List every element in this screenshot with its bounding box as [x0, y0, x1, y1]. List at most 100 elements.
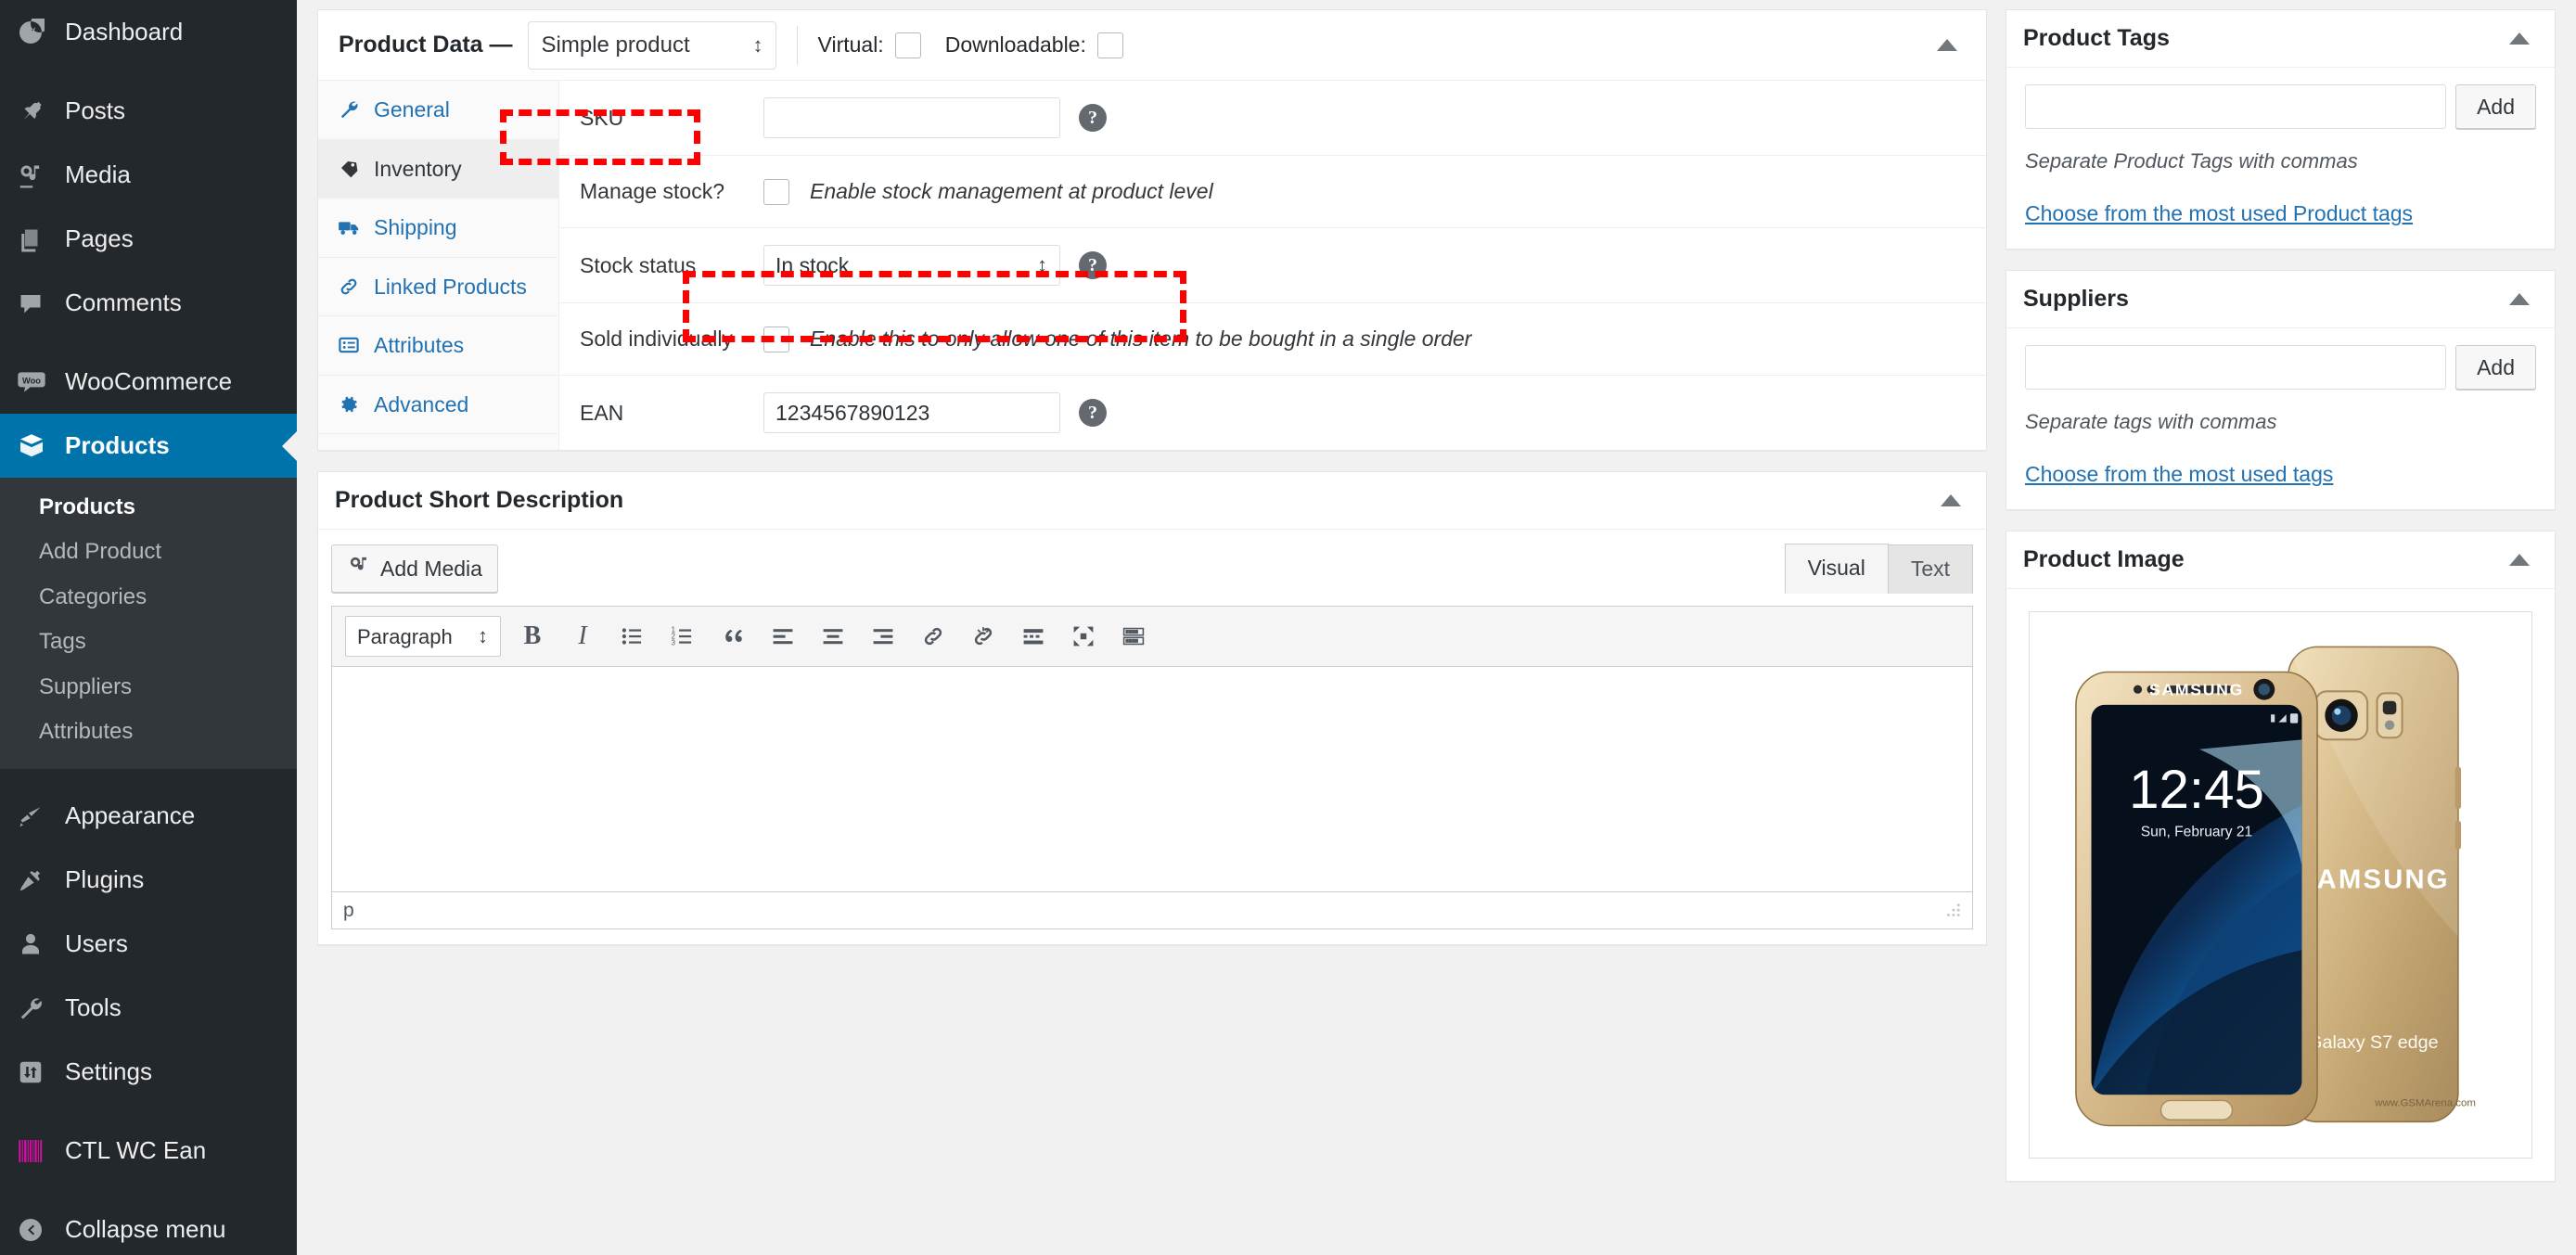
ean-help-icon[interactable]: ? — [1079, 399, 1107, 427]
virtual-checkbox[interactable] — [894, 32, 921, 58]
sidebar-item-label: CTL WC Ean — [65, 1136, 207, 1165]
sidebar-item-label: Pages — [65, 224, 134, 252]
list-icon — [337, 334, 361, 356]
align-left-icon[interactable] — [764, 618, 801, 655]
stock-status-label: Stock status — [580, 252, 697, 277]
product-data-collapse-toggle[interactable] — [1929, 27, 1966, 64]
sidebar-item-posts[interactable]: Posts — [0, 79, 297, 143]
suppliers-collapse-toggle[interactable] — [2501, 281, 2538, 318]
stock-status-select[interactable]: In stock — [763, 245, 1060, 286]
product-data-panel: Product Data — Simple product Virtual: D… — [317, 9, 1987, 451]
insert-link-icon[interactable] — [915, 618, 952, 655]
tab-label: Advanced — [374, 391, 469, 416]
editor-content-area[interactable] — [331, 667, 1973, 892]
fullscreen-icon[interactable] — [1065, 618, 1102, 655]
sidebar-item-collapse-menu[interactable]: Collapse menu — [0, 1197, 297, 1255]
submenu-item-products[interactable]: Products — [0, 485, 297, 530]
product-tags-input[interactable] — [2025, 84, 2447, 129]
sidebar-item-label: Products — [65, 431, 170, 459]
submenu-item-attributes[interactable]: Attributes — [0, 710, 297, 754]
sold-individually-description: Enable this to only allow one of this it… — [810, 327, 1472, 351]
suppliers-input[interactable] — [2025, 345, 2447, 390]
sliders-icon — [17, 1058, 50, 1086]
downloadable-checkbox[interactable] — [1096, 32, 1123, 58]
sidebar-item-settings[interactable]: Settings — [0, 1040, 297, 1104]
header-divider — [796, 25, 798, 65]
sidebar-item-plugins[interactable]: Plugins — [0, 848, 297, 912]
format-select-wrap: Paragraph — [345, 616, 501, 657]
tab-text[interactable]: Text — [1887, 544, 1973, 594]
sidebar-item-dashboard[interactable]: Dashboard — [0, 0, 297, 64]
add-media-label: Add Media — [380, 556, 482, 581]
sidebar-item-label: Dashboard — [65, 18, 184, 45]
user-icon — [17, 930, 50, 958]
tab-inventory[interactable]: Inventory — [318, 139, 558, 198]
ean-input[interactable] — [763, 392, 1060, 433]
sidebar-item-products[interactable]: Products — [0, 414, 297, 478]
toolbar-toggle-icon[interactable] — [1115, 618, 1152, 655]
product-tags-collapse-toggle[interactable] — [2501, 20, 2538, 58]
short-description-title: Product Short Description — [335, 487, 624, 513]
products-submenu: Products Add Product Categories Tags Sup… — [0, 478, 297, 770]
suppliers-add-button[interactable]: Add — [2455, 345, 2536, 390]
manage-stock-row: Manage stock? Enable stock management at… — [559, 155, 1986, 227]
sidebar-item-label: Comments — [65, 288, 182, 316]
remove-link-icon[interactable] — [965, 618, 1002, 655]
sidebar-item-tools[interactable]: Tools — [0, 976, 297, 1040]
italic-icon[interactable]: I — [564, 618, 601, 655]
editor: Add Media Visual Text Paragraph ↕ B I 1 … — [318, 530, 1986, 929]
media-icon — [17, 161, 50, 189]
manage-stock-description: Enable stock management at product level — [810, 179, 1213, 203]
sidebar-item-woocommerce[interactable]: Woo WooCommerce — [0, 350, 297, 414]
sidebar-item-media[interactable]: Media — [0, 143, 297, 207]
sidebar-item-comments[interactable]: Comments — [0, 271, 297, 335]
sidebar-item-label: Tools — [65, 993, 122, 1022]
editor-resize-handle[interactable] — [1944, 903, 1961, 919]
lockscreen-time: 12:45 — [2129, 760, 2264, 820]
bold-icon[interactable]: B — [514, 618, 551, 655]
sold-individually-label: Sold individually — [580, 327, 733, 351]
product-tags-most-used-link[interactable]: Choose from the most used Product tags — [2025, 201, 2413, 226]
sidebar-separator — [0, 335, 297, 350]
sold-individually-checkbox[interactable] — [763, 326, 789, 352]
editor-mode-tabs: Visual Text — [1784, 543, 1973, 594]
tab-visual[interactable]: Visual — [1784, 544, 1889, 594]
sidebar-item-label: Posts — [65, 96, 126, 124]
main-column: Product Data — Simple product Virtual: D… — [317, 9, 1987, 1255]
submenu-item-categories[interactable]: Categories — [0, 575, 297, 620]
tab-shipping[interactable]: Shipping — [318, 198, 558, 258]
manage-stock-checkbox[interactable] — [763, 178, 789, 205]
suppliers-hint: Separate tags with commas — [2025, 410, 2277, 433]
tab-advanced[interactable]: Advanced — [318, 376, 558, 434]
sidebar-item-ctl-wc-ean[interactable]: CTL WC Ean — [0, 1119, 297, 1183]
bulleted-list-icon[interactable] — [614, 618, 651, 655]
product-image-thumbnail[interactable]: SAMSUNG Galaxy S7 edge www.GSMArena.com — [2029, 611, 2532, 1159]
product-type-select[interactable]: Simple product — [527, 20, 776, 70]
product-image-collapse-toggle[interactable] — [2501, 542, 2538, 579]
submenu-item-suppliers[interactable]: Suppliers — [0, 665, 297, 710]
stock-status-help-icon[interactable]: ? — [1079, 251, 1107, 279]
sidebar-item-appearance[interactable]: Appearance — [0, 784, 297, 848]
blockquote-icon[interactable] — [714, 618, 751, 655]
sku-help-icon[interactable]: ? — [1079, 104, 1107, 132]
short-description-collapse-toggle[interactable] — [1932, 482, 1969, 519]
tab-attributes[interactable]: Attributes — [318, 316, 558, 376]
align-right-icon[interactable] — [865, 618, 902, 655]
caret-up-icon — [1937, 39, 1957, 51]
insert-read-more-icon[interactable] — [1015, 618, 1052, 655]
numbered-list-icon[interactable]: 123 — [664, 618, 701, 655]
submenu-label: Categories — [39, 583, 147, 609]
sidebar-item-users[interactable]: Users — [0, 912, 297, 976]
tab-general[interactable]: General — [318, 81, 558, 140]
suppliers-most-used-link[interactable]: Choose from the most used tags — [2025, 462, 2333, 487]
product-tags-add-button[interactable]: Add — [2455, 84, 2536, 129]
align-center-icon[interactable] — [814, 618, 852, 655]
submenu-item-add-product[interactable]: Add Product — [0, 530, 297, 574]
paragraph-format-select[interactable]: Paragraph — [345, 616, 501, 657]
sku-input[interactable] — [763, 97, 1060, 138]
ean-row: EAN ? — [559, 375, 1986, 450]
add-media-button[interactable]: Add Media — [331, 544, 498, 593]
tab-linked-products[interactable]: Linked Products — [318, 258, 558, 316]
submenu-item-tags[interactable]: Tags — [0, 620, 297, 664]
sidebar-item-pages[interactable]: Pages — [0, 207, 297, 271]
